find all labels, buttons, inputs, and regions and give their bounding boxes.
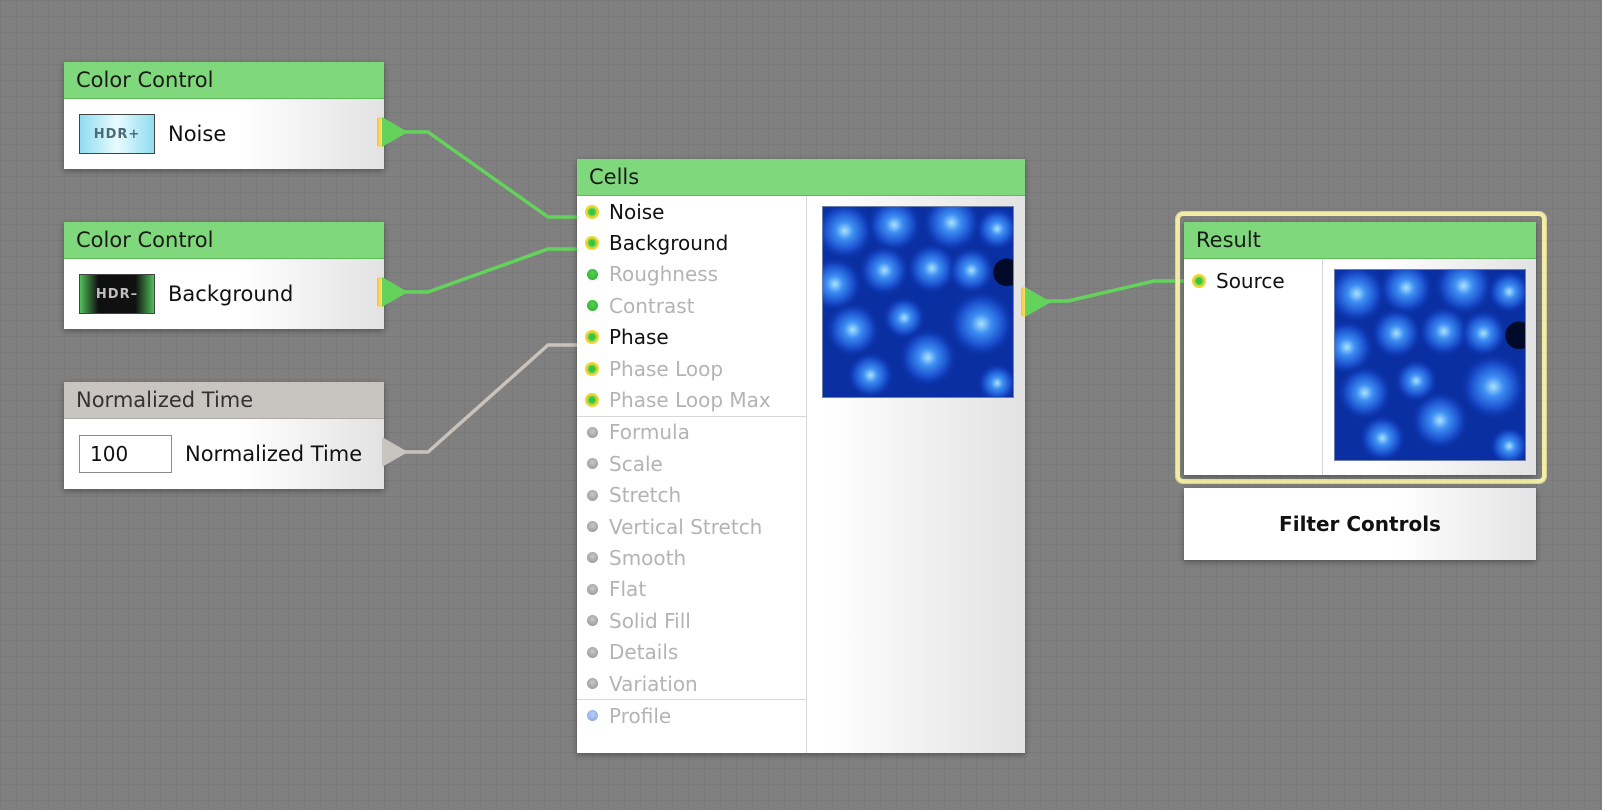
node-title[interactable]: Normalized Time [64,382,384,419]
param-label: Formula [609,420,690,445]
wire-background[interactable] [400,247,591,294]
input-port[interactable] [586,521,598,533]
param-smooth[interactable]: Smooth [577,542,806,573]
input-port[interactable] [586,300,598,312]
param-label: Stretch [609,483,682,508]
input-port[interactable] [585,361,599,376]
param-roughness[interactable]: Roughness [577,259,806,290]
param-label: Profile [609,703,672,728]
node-title[interactable]: Cells [577,159,1025,196]
param-variation[interactable]: Variation [577,668,806,699]
param-label: Smooth [609,545,687,570]
color-label: Background [168,282,294,306]
param-label: Roughness [609,262,719,287]
param-label: Noise [609,199,665,224]
color-source-row: HDR– Background [64,259,384,329]
param-flat[interactable]: Flat [577,574,806,605]
param-solid-fill[interactable]: Solid Fill [577,605,806,636]
param-source[interactable]: Source [1184,259,1322,303]
input-port[interactable] [586,552,598,564]
param-phase-loop[interactable]: Phase Loop [577,353,806,384]
color-label: Noise [168,122,227,146]
param-label: Details [609,640,679,665]
cells-node[interactable]: Cells Noise Background Roughness Contras… [577,159,1051,753]
parameter-list: Noise Background Roughness Contrast Phas… [577,196,807,753]
normalized-time-node[interactable]: Normalized Time Normalized Time [64,382,408,489]
input-port[interactable] [585,204,599,219]
param-phase-loop-max[interactable]: Phase Loop Max [577,384,806,415]
param-phase[interactable]: Phase [577,322,806,353]
input-port[interactable] [585,330,599,345]
wire-phase[interactable] [400,343,591,454]
param-contrast[interactable]: Contrast [577,290,806,321]
cells-body: Noise Background Roughness Contrast Phas… [577,196,1025,753]
param-label: Phase Loop [609,356,724,381]
node-title[interactable]: Color Control [64,62,384,99]
param-profile[interactable]: Profile [577,700,806,731]
output-port[interactable] [1025,287,1051,317]
param-label: Vertical Stretch [609,514,763,539]
input-port[interactable] [586,426,598,438]
input-port[interactable] [585,236,599,251]
color-control-node-background[interactable]: Color Control HDR– Background [64,222,408,329]
param-label: Solid Fill [609,608,691,633]
output-port[interactable] [382,437,408,467]
normalized-time-input[interactable] [79,435,172,473]
param-formula[interactable]: Formula [577,417,806,448]
param-label: Phase [609,325,669,350]
cells-preview-image [822,206,1014,398]
result-inputs: Source [1184,259,1323,475]
input-port[interactable] [1192,274,1206,288]
input-port[interactable] [586,678,598,690]
input-port[interactable] [586,583,598,595]
param-details[interactable]: Details [577,636,806,667]
result-body: Source [1184,259,1536,475]
input-port[interactable] [586,268,598,280]
param-stretch[interactable]: Stretch [577,480,806,511]
input-port[interactable] [586,646,598,658]
time-label: Normalized Time [185,442,363,466]
param-vertical-stretch[interactable]: Vertical Stretch [577,511,806,542]
input-port[interactable] [586,489,598,501]
input-port[interactable] [586,615,598,627]
param-label: Phase Loop Max [609,388,771,413]
param-label: Contrast [609,293,695,318]
node-title[interactable]: Result [1184,222,1536,259]
param-scale[interactable]: Scale [577,448,806,479]
output-port[interactable] [382,117,408,147]
param-background[interactable]: Background [577,227,806,258]
param-label: Scale [609,451,663,476]
color-source-row: HDR+ Noise [64,99,384,169]
wire-noise[interactable] [400,130,591,219]
output-port[interactable] [382,277,408,307]
result-node[interactable]: Result Source [1184,222,1536,475]
hdr-plus-swatch[interactable]: HDR+ [79,114,155,154]
filter-controls-button[interactable]: Filter Controls [1184,488,1536,560]
param-label: Source [1216,269,1285,293]
hdr-minus-swatch[interactable]: HDR– [79,274,155,314]
input-port[interactable] [586,458,598,470]
input-port[interactable] [585,393,599,408]
param-label: Flat [609,577,647,602]
param-label: Background [609,231,729,256]
result-preview-image [1334,269,1526,461]
node-title[interactable]: Color Control [64,222,384,259]
time-source-row: Normalized Time [64,419,384,489]
input-port[interactable] [586,710,598,722]
color-control-node-noise[interactable]: Color Control HDR+ Noise [64,62,408,169]
param-noise[interactable]: Noise [577,196,806,227]
param-label: Variation [609,671,698,696]
